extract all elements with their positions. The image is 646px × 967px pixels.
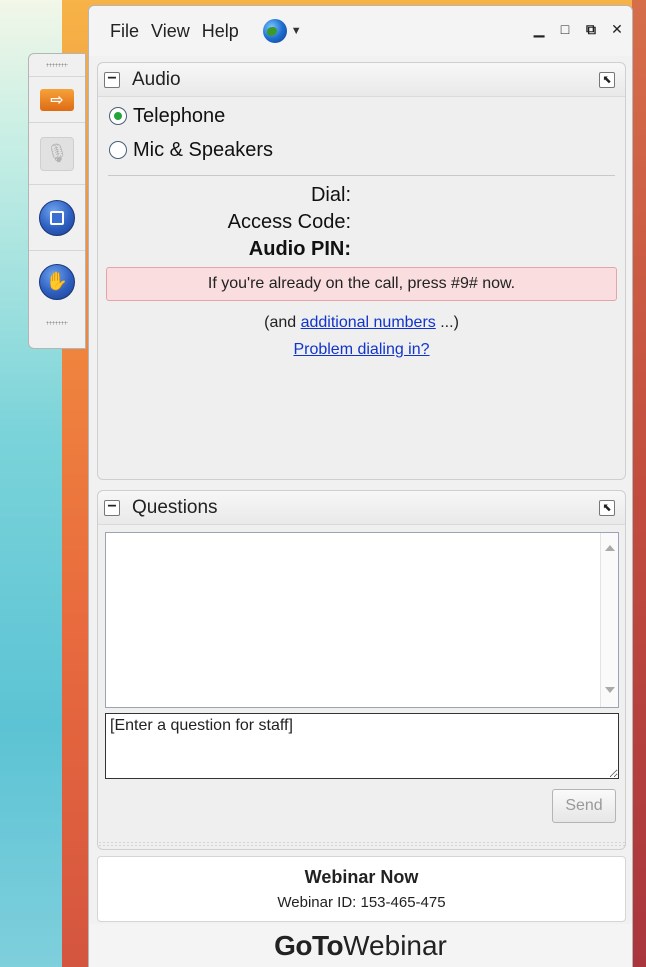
mic-speakers-option[interactable]: Mic & Speakers [109, 133, 625, 167]
mute-button[interactable]: 🎙 [29, 122, 85, 184]
grab-tab-grip-top[interactable] [29, 54, 85, 76]
audio-panel-title: Audio [132, 68, 181, 90]
grab-tab-toolbar: ⇨ 🎙 ✋ [28, 53, 86, 349]
webinar-info: Webinar Now Webinar ID: 153-465-475 [97, 856, 626, 922]
popout-icon[interactable]: ⬉ [599, 72, 615, 88]
hand-icon: ✋ [39, 263, 75, 300]
already-on-call-notice: If you're already on the call, press #9#… [106, 267, 617, 301]
questions-panel-title: Questions [132, 496, 218, 518]
chevron-down-icon: ▼ [290, 25, 302, 37]
scroll-up-icon[interactable] [605, 545, 615, 551]
more-suffix: ...) [435, 314, 459, 331]
grab-tab-grip-bottom[interactable] [29, 312, 85, 334]
scroll-down-icon[interactable] [605, 687, 615, 693]
questions-panel: − Questions ⬉ Send [97, 490, 626, 850]
dial-label: Dial: [310, 184, 351, 206]
telephone-option[interactable]: Telephone [109, 99, 625, 133]
raise-hand-button[interactable]: ✋ [29, 250, 85, 312]
send-button[interactable]: Send [552, 789, 616, 823]
telephone-label: Telephone [133, 104, 226, 127]
screen-share-button[interactable] [29, 184, 85, 250]
minus-icon[interactable]: − [104, 498, 120, 516]
control-panel-window: File View Help ▼ ▁ □ ⧉ ✕ − Audio ⬉ Telep… [88, 5, 633, 967]
globe-icon [262, 19, 287, 43]
screen-icon [39, 199, 75, 236]
access-code-label: Access Code: [227, 211, 351, 233]
resize-grip[interactable] [98, 841, 625, 847]
webinar-id: Webinar ID: 153-465-475 [277, 894, 446, 911]
menu-file[interactable]: File [110, 21, 139, 42]
close-button[interactable]: ✕ [608, 20, 626, 38]
popout-icon[interactable]: ⬉ [599, 500, 615, 516]
brand-logo: GoToWebinar [89, 924, 632, 967]
arrow-right-icon: ⇨ [40, 88, 74, 111]
questions-log[interactable] [105, 532, 619, 708]
audio-divider [108, 175, 615, 176]
mic-speakers-label: Mic & Speakers [133, 138, 274, 161]
menu-bar: File View Help ▼ ▁ □ ⧉ ✕ [89, 6, 632, 56]
mic-speakers-radio[interactable] [109, 141, 127, 159]
microphone-icon: 🎙 [40, 136, 74, 171]
show-hide-panel-button[interactable]: ⇨ [29, 76, 85, 122]
question-input[interactable] [105, 713, 619, 779]
additional-numbers-line: (and additional numbers ...) [98, 314, 625, 332]
audio-panel: − Audio ⬉ Telephone Mic & Speakers Dial:… [97, 62, 626, 480]
problem-dialing-link[interactable]: Problem dialing in? [293, 341, 429, 358]
brand-regular: Webinar [343, 930, 447, 961]
maximize-button[interactable]: □ [556, 20, 574, 38]
language-selector[interactable]: ▼ [262, 19, 302, 43]
additional-numbers-link[interactable]: additional numbers [301, 314, 436, 331]
minus-icon[interactable]: − [104, 70, 120, 88]
telephone-radio[interactable] [109, 107, 127, 125]
questions-scrollbar[interactable] [600, 533, 618, 707]
audio-panel-header: − Audio ⬉ [98, 63, 625, 97]
more-prefix: (and [264, 314, 301, 331]
menu-help[interactable]: Help [202, 21, 239, 42]
notice-text: If you're already on the call, press #9#… [207, 275, 516, 292]
audio-pin-label: Audio PIN: [248, 238, 351, 260]
menu-view[interactable]: View [151, 21, 190, 42]
webinar-title: Webinar Now [304, 867, 419, 887]
restore-button[interactable]: ⧉ [582, 20, 600, 38]
minimize-button[interactable]: ▁ [530, 20, 548, 38]
window-controls: ▁ □ ⧉ ✕ [530, 20, 626, 38]
dial-info: Dial: Access Code: Audio PIN: [98, 182, 625, 263]
desktop-background-edge [632, 0, 646, 967]
brand-bold: GoTo [274, 930, 344, 961]
questions-panel-header: − Questions ⬉ [98, 491, 625, 525]
